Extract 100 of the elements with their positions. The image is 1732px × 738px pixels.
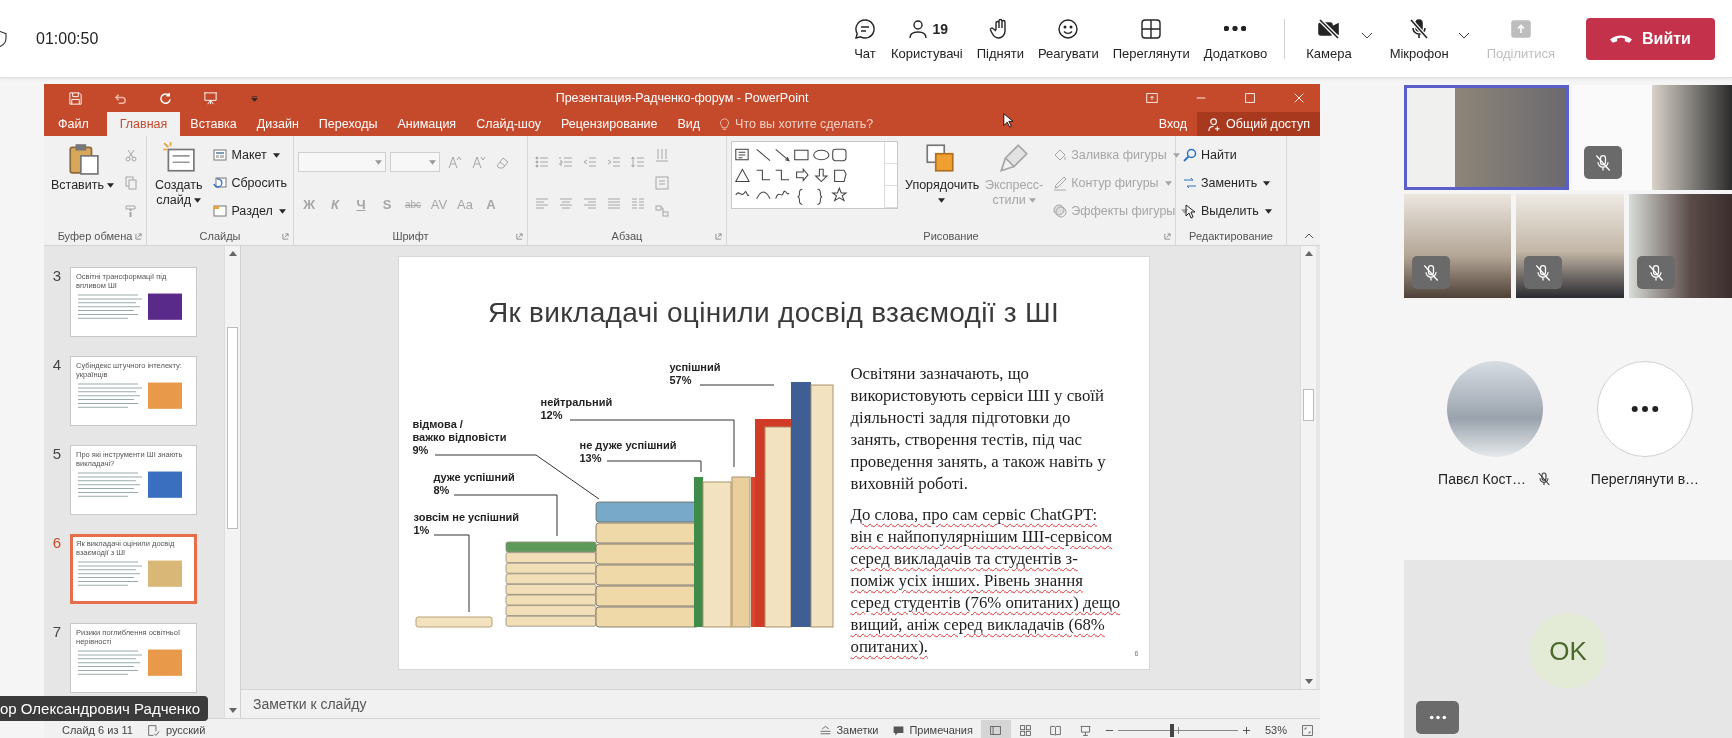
- customize-icon[interactable]: [248, 93, 261, 103]
- caret-icon: [1360, 32, 1373, 40]
- slide-paragraph: Освітяни зазначають, що використовують сервіси ШІ у своїй діяльності задля підготовки до занять, створення тестів, під час проведення занять, а також навіть у виховній роботі.: [850, 363, 1107, 495]
- new-slide-button[interactable]: Создать слайд: [151, 139, 207, 227]
- normal-view-button[interactable]: [980, 720, 1011, 738]
- scroll-down-icon[interactable]: [1304, 679, 1313, 684]
- collapse-ribbon-icon[interactable]: [1304, 233, 1314, 239]
- sign-in-link[interactable]: Вход: [1148, 112, 1197, 136]
- share-button[interactable]: Общий доступ: [1197, 112, 1320, 136]
- zoom-percentage[interactable]: 53%: [1264, 724, 1287, 736]
- ribbon-display-icon[interactable]: [1145, 91, 1159, 105]
- scroll-up-icon[interactable]: [1304, 251, 1313, 256]
- ribbon-tab[interactable]: Файл: [44, 112, 107, 136]
- dialog-launcher-icon[interactable]: [135, 232, 142, 240]
- scrollbar-thumb[interactable]: [227, 327, 238, 529]
- mic-off-icon: [1533, 262, 1553, 283]
- notes-field[interactable]: Заметки к слайду: [241, 689, 1320, 718]
- align-left-icon: [534, 196, 550, 212]
- search-icon: [1182, 147, 1198, 163]
- caret-icon: [1028, 198, 1036, 204]
- language-indicator[interactable]: русский: [165, 724, 206, 736]
- dialog-launcher-icon[interactable]: [1164, 232, 1171, 240]
- scroll-down-icon[interactable]: [228, 708, 237, 713]
- arrange-button[interactable]: Упорядочить: [902, 139, 978, 227]
- tell-me-field[interactable]: Что вы хотите сделать?: [718, 112, 874, 136]
- notes-icon: [819, 723, 833, 737]
- thumbnail-scrollbar[interactable]: [224, 246, 240, 718]
- ribbon-tab[interactable]: Вид: [667, 112, 711, 136]
- people-button[interactable]: 19 Користувачі: [886, 16, 968, 61]
- align-text-icon: [654, 175, 670, 191]
- chat-button[interactable]: Чат: [848, 16, 882, 61]
- caret-icon: [1264, 208, 1272, 214]
- dialog-launcher-icon[interactable]: [516, 232, 523, 240]
- replace-button[interactable]: Заменить: [1180, 172, 1273, 194]
- ribbon-group-label: Шрифт: [392, 230, 429, 242]
- layout-button[interactable]: Макет: [210, 144, 282, 166]
- react-button[interactable]: Реагувати: [1033, 16, 1104, 61]
- zoom-slider[interactable]: [1117, 723, 1238, 737]
- bullet-list-icon: [534, 154, 550, 170]
- meeting-timer: 01:00:50: [36, 29, 99, 48]
- comments-button[interactable]: Примечания: [886, 723, 973, 737]
- microphone-button[interactable]: Мікрофон: [1384, 16, 1454, 61]
- slide-number: 3: [51, 267, 63, 284]
- leave-button[interactable]: Вийти: [1586, 17, 1715, 60]
- ribbon-tab[interactable]: Анимация: [387, 112, 467, 136]
- dialog-launcher-icon[interactable]: [282, 232, 289, 240]
- scroll-up-icon[interactable]: [228, 251, 237, 256]
- ribbon-tab[interactable]: Главная: [106, 112, 181, 136]
- lightbulb-icon: [718, 117, 732, 131]
- presentation-icon[interactable]: [203, 90, 218, 106]
- columns-icon: [630, 196, 646, 212]
- zoom-slider-thumb[interactable]: [1169, 724, 1174, 737]
- reset-icon: [212, 175, 229, 191]
- outdent-icon: [582, 154, 598, 170]
- maximize-icon[interactable]: [1243, 91, 1257, 105]
- camera-button[interactable]: Камера: [1301, 16, 1357, 61]
- caret-icon: [1181, 208, 1189, 214]
- dialog-launcher-icon[interactable]: [715, 232, 722, 240]
- percentage-label: 8%: [433, 484, 451, 497]
- ribbon-group-label: Абзац: [611, 230, 643, 242]
- ribbon-group-label: Слайды: [199, 230, 241, 242]
- spellcheck-icon[interactable]: [146, 723, 160, 737]
- find-button[interactable]: Найти: [1180, 144, 1239, 166]
- section-icon: [212, 203, 229, 219]
- ribbon-tab[interactable]: Рецензирование: [550, 112, 668, 136]
- fit-to-window-icon[interactable]: [1301, 723, 1314, 737]
- ribbon-tab[interactable]: Дизайн: [246, 112, 309, 136]
- category-label: не дуже успішний: [579, 439, 677, 452]
- ribbon-tab[interactable]: Переходы: [308, 112, 388, 136]
- pointer-icon: [1182, 203, 1198, 219]
- more-button[interactable]: Додатково: [1198, 16, 1273, 61]
- save-icon[interactable]: [68, 90, 83, 106]
- more-icon: [1631, 405, 1659, 413]
- caret-icon: [1164, 180, 1172, 186]
- caret-icon: [107, 183, 114, 189]
- person-add-icon: [1207, 116, 1222, 132]
- slide-scrollbar[interactable]: [1300, 246, 1316, 689]
- normal-view-icon: [989, 723, 1003, 737]
- category-label: дуже успішний: [433, 471, 515, 484]
- raise-hand-button[interactable]: Підняти: [971, 16, 1029, 61]
- smartart-icon: [654, 203, 670, 219]
- notes-button[interactable]: Заметки: [813, 723, 879, 737]
- redo-icon[interactable]: [158, 90, 173, 106]
- slideshow-view-icon: [1079, 723, 1093, 737]
- more-options-button[interactable]: [1416, 701, 1459, 734]
- close-icon[interactable]: [1292, 91, 1306, 105]
- scissors-icon: [123, 147, 139, 163]
- section-button[interactable]: Раздел: [210, 200, 288, 222]
- slide-number: 7: [51, 623, 63, 640]
- reset-button[interactable]: Сбросить: [210, 172, 289, 194]
- layout-icon: [212, 147, 229, 163]
- scrollbar-thumb[interactable]: [1303, 389, 1314, 421]
- zoom-in-icon[interactable]: [1241, 725, 1251, 735]
- ribbon-group-label: Рисование: [923, 230, 979, 242]
- paste-button[interactable]: Вставить: [48, 139, 117, 227]
- ribbon-tab[interactable]: Слайд-шоу: [466, 112, 551, 136]
- effects-icon: [1052, 203, 1069, 219]
- ribbon-tab[interactable]: Вставка: [180, 112, 247, 136]
- view-button[interactable]: Переглянути: [1107, 16, 1195, 61]
- brush-icon: [123, 203, 139, 219]
